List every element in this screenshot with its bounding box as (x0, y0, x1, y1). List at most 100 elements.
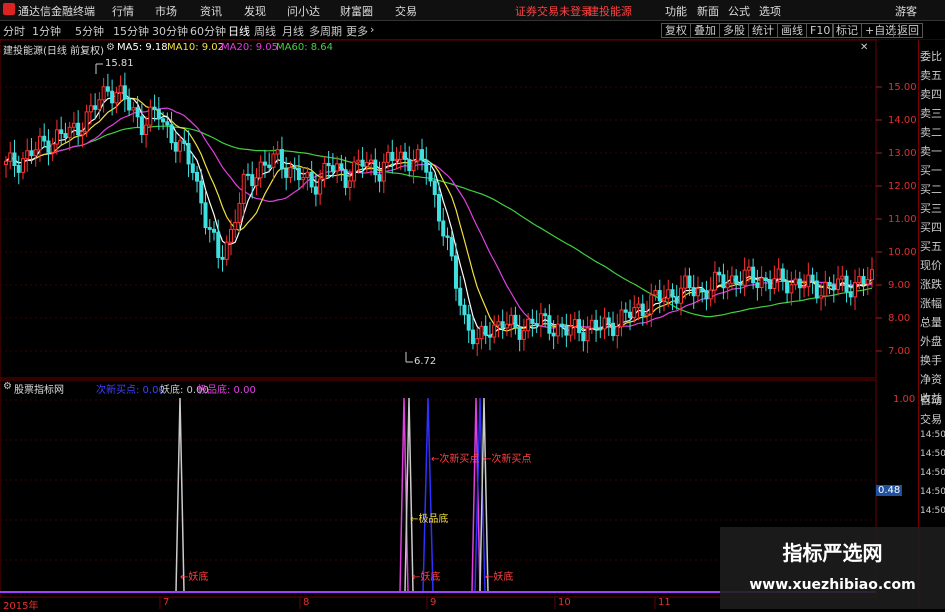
candle-body (496, 321, 501, 326)
candle-body (649, 294, 654, 315)
candle-body (793, 278, 798, 286)
candle-body (369, 159, 374, 163)
candle-body (190, 163, 195, 173)
candle-body (25, 150, 30, 160)
candle-body (708, 289, 713, 300)
side-panel-item: 卖四 (920, 88, 942, 101)
candle-body (521, 330, 526, 340)
candle-body (398, 151, 403, 160)
candle-body (526, 318, 531, 332)
kline-chart[interactable] (0, 0, 918, 609)
candle-body (589, 319, 594, 329)
candle-body (636, 303, 641, 309)
candle-body (8, 152, 13, 162)
candle-body (840, 275, 845, 280)
candle-body (390, 151, 395, 161)
candle-body (602, 317, 607, 330)
side-panel-item: 买二 (920, 183, 942, 196)
candle-body (428, 171, 433, 182)
candle-body (700, 288, 705, 292)
side-panel-item: 买四 (920, 221, 942, 234)
candle-body (110, 90, 115, 104)
candle-body (810, 274, 815, 282)
candle-body (572, 319, 577, 327)
indicator-spikes (175, 397, 489, 593)
candle-body (538, 313, 543, 326)
candle-body (131, 107, 136, 111)
candle-body (751, 266, 756, 284)
candle-body (152, 106, 157, 110)
yaodi-label: ←妖底 (485, 572, 514, 583)
candle-body (262, 161, 267, 166)
candle-body (71, 122, 76, 128)
candle-body (173, 142, 178, 152)
candle-body (352, 161, 357, 182)
candle-body (509, 314, 514, 325)
gear-icon[interactable]: ⚙ (106, 42, 115, 53)
yaodi-label: ←妖底 (180, 572, 209, 583)
candle-body (114, 92, 119, 104)
close-icon[interactable]: ✕ (860, 42, 868, 53)
side-panel-item: 卖三 (920, 107, 942, 120)
candle-body (381, 161, 386, 182)
candle-body (178, 140, 183, 152)
candle-body (551, 332, 556, 337)
candle-body (237, 202, 242, 224)
candle-body (207, 227, 212, 230)
candle-body (776, 268, 781, 280)
candle-body (360, 159, 365, 167)
candle-body (504, 323, 509, 329)
candle-body (101, 86, 106, 101)
candle-body (42, 135, 47, 142)
side-panel-item: 买五 (920, 240, 942, 253)
candle-body (543, 313, 548, 317)
candlesticks[interactable] (4, 72, 874, 357)
candle-body (853, 282, 858, 298)
candle-body (339, 163, 344, 171)
low-price-label: 6.72 (414, 356, 437, 367)
candle-body (105, 86, 110, 92)
candle-body (309, 171, 314, 188)
candle-body (458, 287, 463, 306)
candle-body (695, 288, 700, 297)
indicator-title: 股票指标网 (14, 385, 64, 396)
price-tick: 7.00 (888, 346, 911, 357)
candle-body (403, 151, 408, 160)
candle-body (645, 313, 650, 317)
candle-body (738, 283, 743, 286)
candle-body (598, 328, 603, 331)
candle-body (275, 149, 280, 155)
candle-body (734, 275, 739, 285)
candle-body (301, 177, 306, 181)
candle-body (161, 118, 166, 123)
time-tick: 9 (430, 597, 437, 608)
time-tick: 7 (163, 597, 170, 608)
watermark: 指标严选网 www.xuezhibiao.com (720, 527, 945, 609)
candle-body (279, 149, 284, 170)
candle-body (364, 161, 369, 167)
candle-body (394, 158, 399, 161)
side-panel-item: 自动 (920, 394, 942, 407)
candle-body (475, 338, 480, 345)
candle-body (437, 194, 441, 222)
candle-body (432, 180, 437, 196)
ma10-label: MA10: 9.02 (167, 42, 225, 53)
candle-body (292, 167, 297, 170)
gear-icon[interactable]: ⚙ (3, 381, 12, 392)
candle-body (296, 167, 301, 181)
candle-body (848, 291, 853, 298)
chart-title: 建投能源(日线 前复权) (3, 46, 104, 57)
indicator-current-value: 0.48 (876, 485, 903, 496)
candle-body (271, 153, 276, 168)
candle-body (441, 220, 446, 237)
candle-body (33, 149, 38, 157)
candle-body (653, 290, 658, 296)
candle-body (284, 168, 289, 178)
candle-body (224, 241, 229, 260)
candle-body (59, 129, 64, 135)
price-tick: 14.00 (888, 115, 917, 126)
candle-body (640, 303, 645, 317)
candle-body (844, 275, 849, 293)
time-tick: 2015年 (3, 601, 39, 612)
candle-body (666, 289, 671, 299)
